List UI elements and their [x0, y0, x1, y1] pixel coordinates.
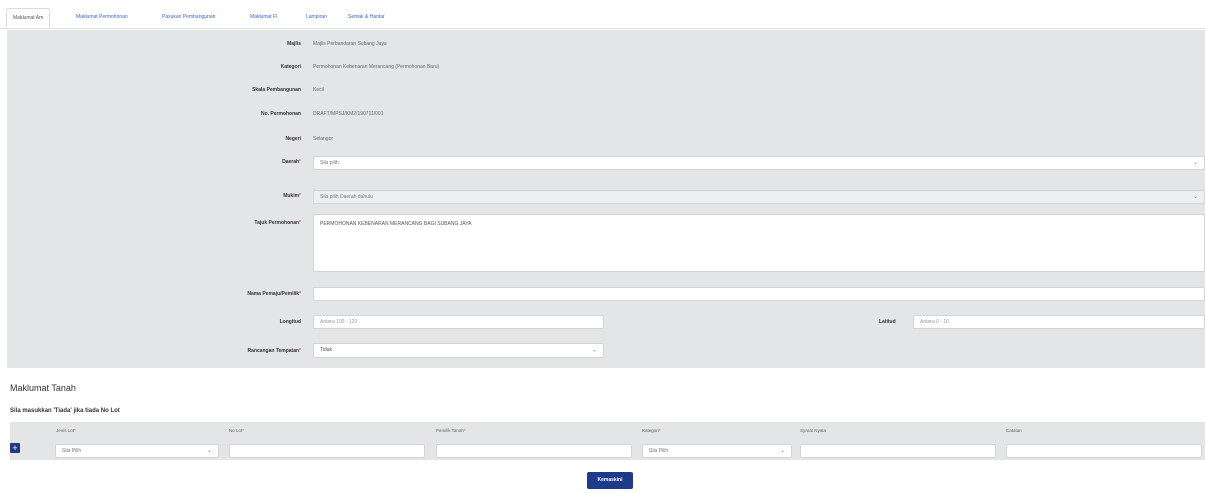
required-marker: *	[299, 291, 301, 297]
tajuk-textarea[interactable]: PERMOHONAN KEBENARAN MERANCANG BAGI SUBA…	[313, 214, 1205, 272]
section-subtitle: Sila masukkan 'Tiada' jika tiada No Lot	[10, 408, 120, 414]
rancangan-select[interactable]: Tidak ⌄	[313, 343, 604, 358]
required-marker: *	[74, 428, 76, 433]
negeri-label: Negeri	[285, 136, 301, 142]
mukim-label-wrap: Mukim*	[283, 193, 301, 199]
no-permohonan-row: No. Permohonan	[7, 111, 307, 121]
kemaskini-button[interactable]: Kemaskini	[587, 472, 633, 489]
kategori-tanah-select[interactable]: Sila Pilih ⌄	[642, 444, 792, 458]
pemilik-tanah-input[interactable]	[436, 444, 632, 458]
longitud-placeholder: Antara 100 - 120	[320, 319, 358, 325]
column-header-pemilik-tanah: Pemilik Tanah*	[436, 428, 466, 433]
lot-table: Jenis Lot* No Lot* Pemilik Tanah* Katego…	[10, 422, 1205, 460]
required-marker: *	[299, 220, 301, 226]
chevron-down-icon: ⌄	[1192, 194, 1198, 200]
daerah-select[interactable]: Sila pilih ⌄	[313, 156, 1205, 170]
required-marker: *	[242, 428, 245, 433]
nama-pemaju-row: Nama Pemaju/Pemilik*	[7, 291, 307, 301]
tab-maklumat-fi[interactable]: Maklumat FI	[244, 8, 284, 28]
majlis-value: Majlis Perbandaran Subang Jaya	[313, 41, 387, 47]
plus-icon: +	[12, 443, 18, 453]
maklumat-am-form: Majlis Majlis Perbandaran Subang Jaya Ka…	[7, 30, 1205, 368]
tab-maklumat-permohonan[interactable]: Maklumat Permohonan	[70, 8, 134, 28]
nama-pemaju-label-wrap: Nama Pemaju/Pemilik*	[247, 291, 301, 297]
tab-pasukan-pembangunan[interactable]: Pasukan Pembangunan	[156, 8, 221, 28]
tab-bar: Maklumat Am Maklumat Permohonan Pasukan …	[0, 0, 1205, 29]
kategori-tanah-placeholder: Sila Pilih	[649, 448, 669, 454]
column-header-no-lot: No Lot*	[229, 428, 244, 433]
mukim-select[interactable]: Sila pilih Daerah dahulu ⌄	[313, 190, 1205, 204]
no-lot-input[interactable]	[229, 444, 425, 458]
column-label: Pemilik Tanah	[436, 428, 464, 433]
rancangan-label: Rancangan Tempatan	[247, 348, 300, 354]
mukim-placeholder: Sila pilih Daerah dahulu	[320, 194, 373, 200]
majlis-row: Majlis	[7, 41, 307, 51]
section-title: Maklumat Tanah	[10, 383, 76, 393]
skala-label: Skala Pembangunan	[252, 87, 301, 93]
kategori-label: Kategori	[280, 64, 301, 70]
skala-row: Skala Pembangunan	[7, 87, 307, 97]
skala-value: Kecil	[313, 87, 324, 93]
add-row-button[interactable]: +	[10, 443, 20, 453]
mukim-row: Mukim*	[7, 193, 307, 203]
tab-maklumat-am[interactable]: Maklumat Am	[6, 8, 51, 28]
tab-lampiran[interactable]: Lampiran	[300, 8, 333, 28]
jenis-lot-select[interactable]: Sila Pilih ⌄	[55, 444, 219, 458]
longitud-label: Longitud	[279, 319, 301, 325]
column-header-kategori: Kategori*	[642, 428, 661, 433]
kategori-row: Kategori	[7, 64, 307, 74]
column-header-jenis-lot: Jenis Lot*	[56, 428, 76, 433]
column-header-catatan: Catatan	[1006, 428, 1022, 433]
required-marker: *	[658, 428, 661, 433]
chevron-down-icon: ⌄	[591, 347, 597, 353]
majlis-label: Majlis	[287, 41, 301, 47]
chevron-down-icon: ⌄	[779, 448, 785, 454]
tab-semak-hantar[interactable]: Semak & Hantar	[342, 8, 391, 28]
daerah-label: Daerah	[282, 159, 300, 165]
longitud-row: Longitud	[7, 319, 307, 329]
no-permohonan-value: DRAFT/MPSJ/KM2/190711/001	[313, 111, 384, 117]
required-marker: *	[299, 348, 301, 354]
nama-pemaju-label: Nama Pemaju/Pemilik	[247, 291, 300, 297]
latitud-input[interactable]: Antara 0 - 10	[913, 315, 1205, 329]
daerah-placeholder: Sila pilih	[320, 160, 339, 166]
required-marker: *	[299, 193, 301, 199]
tajuk-value: PERMOHONAN KEBENARAN MERANCANG BAGI SUBA…	[320, 221, 472, 227]
no-permohonan-label: No. Permohonan	[260, 111, 301, 117]
rancangan-value: Tidak	[320, 347, 333, 353]
tajuk-label-wrap: Tajuk Permohonan*	[254, 220, 301, 226]
latitud-placeholder: Antara 0 - 10	[920, 319, 949, 325]
mukim-label: Mukim	[283, 193, 300, 199]
rancangan-label-wrap: Rancangan Tempatan*	[247, 348, 301, 354]
catatan-input[interactable]	[1006, 444, 1202, 458]
tajuk-label: Tajuk Permohonan	[254, 220, 300, 226]
column-label: Kategori	[642, 428, 659, 433]
chevron-down-icon: ⌄	[1192, 160, 1198, 166]
syarat-nyata-input[interactable]	[800, 444, 996, 458]
column-label: No Lot	[229, 428, 243, 433]
daerah-label-wrap: Daerah*	[282, 159, 301, 165]
required-marker: *	[463, 428, 466, 433]
column-header-syarat-nyata: Syarat Nyata	[800, 428, 827, 433]
kategori-value: Permohonan Kebenaran Merancang (Permohon…	[313, 64, 440, 70]
chevron-down-icon: ⌄	[206, 448, 212, 454]
negeri-row: Negeri	[7, 136, 307, 146]
daerah-row: Daerah*	[7, 159, 307, 169]
column-label: Jenis Lot	[56, 428, 75, 433]
jenis-lot-placeholder: Sila Pilih	[62, 448, 82, 454]
tajuk-row: Tajuk Permohonan*	[7, 220, 307, 230]
nama-pemaju-input[interactable]	[313, 287, 1205, 301]
required-marker: *	[299, 159, 301, 165]
rancangan-row: Rancangan Tempatan*	[7, 348, 307, 358]
longitud-input[interactable]: Antara 100 - 120	[313, 315, 604, 329]
negeri-value: Selangor	[313, 136, 334, 142]
